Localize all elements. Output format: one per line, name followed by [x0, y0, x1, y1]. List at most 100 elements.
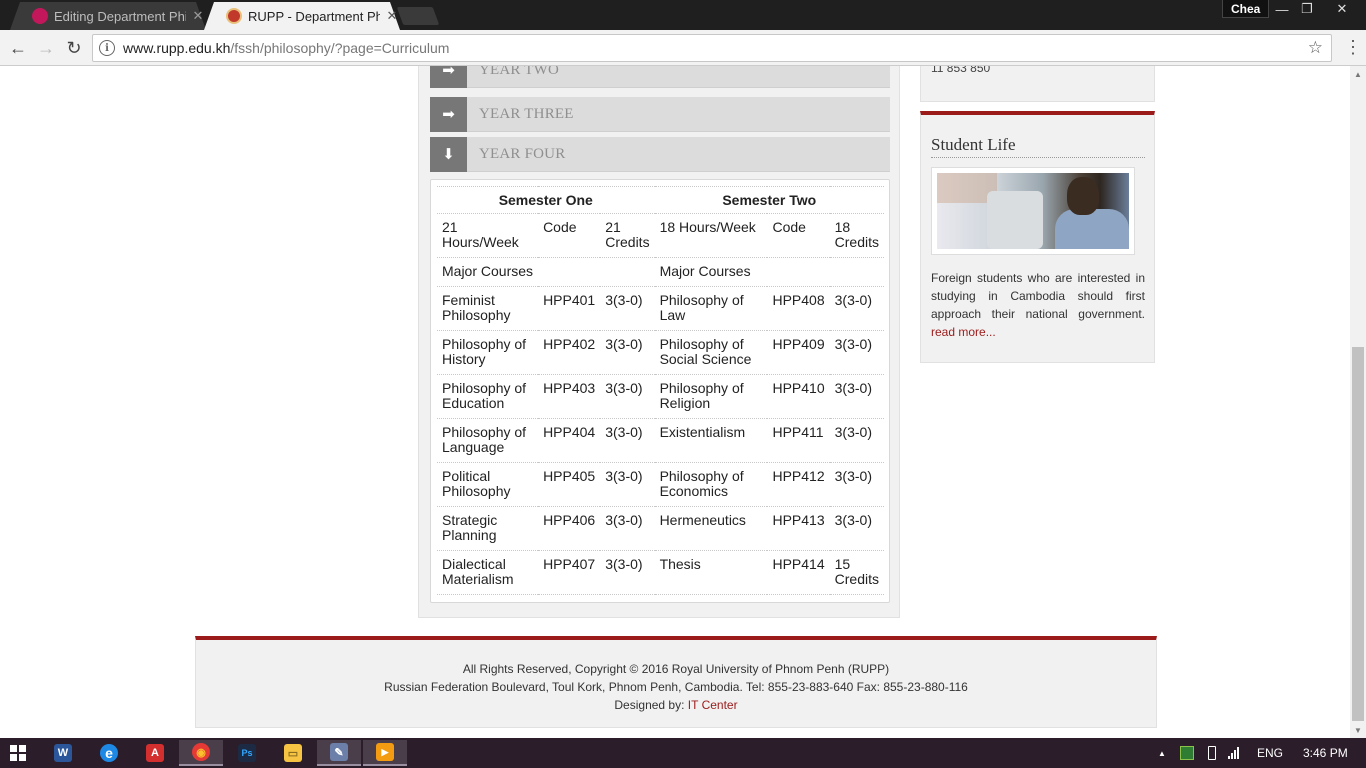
url-host: www.rupp.edu.kh — [123, 40, 231, 56]
url-path: /fssh/philosophy/?page=Curriculum — [230, 40, 450, 56]
course-code: HPP410 — [767, 374, 830, 419]
bookmark-star-icon[interactable]: ☆ — [1308, 38, 1323, 58]
course-code: HPP407 — [538, 550, 601, 595]
table-row: Philosophy of History HPP402 3(3-0) Phil… — [437, 330, 884, 375]
taskbar-ie-button[interactable]: e — [87, 740, 131, 766]
windows-start-icon[interactable] — [10, 745, 26, 761]
course-code: HPP411 — [767, 418, 830, 463]
course-credits: 3(3-0) — [829, 330, 884, 375]
course-credits: 3(3-0) — [600, 462, 655, 507]
s1-major-label: Major Courses — [437, 257, 655, 287]
media-player-icon: ▶ — [376, 743, 394, 761]
course-credits: 3(3-0) — [829, 506, 884, 551]
restore-button[interactable]: ❐ — [1294, 0, 1320, 18]
contact-widget: 11 853 850 — [920, 66, 1155, 102]
major-courses-row: Major Courses Major Courses — [437, 257, 884, 287]
minimize-button[interactable]: — — [1270, 0, 1294, 18]
contact-phone-fragment: 11 853 850 — [931, 66, 991, 75]
network-signal-icon[interactable] — [1228, 738, 1239, 768]
course-name: Strategic Planning — [437, 506, 539, 551]
system-clock[interactable]: 3:46 PM — [1303, 738, 1348, 768]
browser-tab-strip: Editing Department Philo ✕ RUPP - Depart… — [0, 0, 1366, 30]
system-tray-app-icon[interactable] — [1180, 738, 1194, 768]
taskbar-explorer-button[interactable]: ▭ — [271, 740, 315, 766]
year-label: YEAR TWO — [479, 66, 560, 78]
course-name: Philosophy of Language — [437, 418, 539, 463]
scroll-down-icon[interactable]: ▼ — [1350, 722, 1366, 738]
tab-editing-department[interactable]: Editing Department Philo ✕ — [10, 2, 206, 30]
student-life-widget: Student Life Foreign students who are in… — [920, 111, 1155, 363]
read-more-link[interactable]: read more... — [931, 325, 996, 339]
course-name: Philosophy of Law — [654, 286, 768, 331]
course-name: Philosophy of Social Science — [654, 330, 768, 375]
taskbar-word-button[interactable]: W — [41, 740, 85, 766]
semester-two-header: Semester Two — [654, 186, 884, 214]
curriculum-table: Semester One Semester Two 21 Hours/Week … — [437, 186, 884, 595]
course-code: HPP408 — [767, 286, 830, 331]
s2-code-header: Code — [767, 213, 830, 258]
course-code: HPP414 — [767, 550, 830, 595]
page-scrollbar[interactable]: ▲ ▼ — [1350, 66, 1366, 738]
table-row: Feminist Philosophy HPP401 3(3-0) Philos… — [437, 286, 884, 331]
page-viewport: ➡ YEAR TWO ➡ YEAR THREE ⬇ YEAR FOUR Seme… — [0, 66, 1350, 738]
student-life-photo[interactable] — [931, 167, 1135, 255]
course-name: Dialectical Materialism — [437, 550, 539, 595]
windows-taskbar: W e A ◉ Ps ▭ ✎ ▶ ▲ ENG 3:46 PM — [0, 738, 1366, 768]
arrow-right-icon: ➡ — [430, 66, 467, 88]
year-three-accordion[interactable]: ➡ YEAR THREE — [430, 96, 890, 132]
year-four-accordion[interactable]: ⬇ YEAR FOUR — [430, 136, 890, 172]
taskbar-chrome-button[interactable]: ◉ — [179, 740, 223, 766]
chrome-icon: ◉ — [192, 743, 210, 761]
address-bar[interactable]: i www.rupp.edu.kh/fssh/philosophy/?page=… — [92, 34, 1332, 62]
back-button[interactable]: ← — [6, 36, 30, 60]
course-code: HPP404 — [538, 418, 601, 463]
editor-favicon-icon — [32, 8, 48, 24]
forward-button[interactable]: → — [34, 36, 58, 60]
site-footer: All Rights Reserved, Copyright © 2016 Ro… — [195, 636, 1157, 728]
photoshop-icon: Ps — [238, 744, 256, 762]
scroll-up-icon[interactable]: ▲ — [1350, 66, 1366, 82]
close-window-button[interactable]: ✕ — [1320, 0, 1364, 18]
reload-button[interactable]: ↻ — [62, 36, 86, 60]
course-name: Philosophy of History — [437, 330, 539, 375]
paint-icon: ✎ — [330, 743, 348, 761]
year-two-accordion[interactable]: ➡ YEAR TWO — [430, 66, 890, 88]
input-language[interactable]: ENG — [1257, 738, 1283, 768]
table-row: Political Philosophy HPP405 3(3-0) Philo… — [437, 462, 884, 507]
course-credits: 15 Credits — [829, 550, 884, 595]
course-code: HPP406 — [538, 506, 601, 551]
new-tab-button[interactable] — [396, 7, 440, 25]
browser-menu-icon[interactable]: ⋮ — [1344, 38, 1362, 58]
word-icon: W — [54, 744, 72, 762]
tab-title: RUPP - Department Philo — [248, 8, 380, 24]
it-center-link[interactable]: IT Center — [688, 698, 738, 712]
footer-copyright: All Rights Reserved, Copyright © 2016 Ro… — [462, 662, 890, 676]
battery-icon[interactable] — [1208, 738, 1216, 768]
course-name: Feminist Philosophy — [437, 286, 539, 331]
show-hidden-icons-icon[interactable]: ▲ — [1158, 738, 1166, 768]
course-credits: 3(3-0) — [829, 286, 884, 331]
designed-by-label: Designed by: — [614, 698, 685, 712]
s1-hours: 21 Hours/Week — [437, 213, 539, 258]
course-name: Thesis — [654, 550, 768, 595]
curriculum-section: ➡ YEAR TWO ➡ YEAR THREE ⬇ YEAR FOUR Seme… — [418, 66, 900, 618]
table-row: Philosophy of Language HPP404 3(3-0) Exi… — [437, 418, 884, 463]
profile-button[interactable]: Chea — [1222, 0, 1270, 18]
table-row: Philosophy of Education HPP403 3(3-0) Ph… — [437, 374, 884, 419]
taskbar-media-button[interactable]: ▶ — [363, 740, 407, 766]
tab-rupp-department[interactable]: RUPP - Department Philo ✕ — [204, 2, 400, 30]
taskbar-pdf-button[interactable]: A — [133, 740, 177, 766]
taskbar-paint-button[interactable]: ✎ — [317, 740, 361, 766]
table-row: Dialectical Materialism HPP407 3(3-0) Th… — [437, 550, 884, 595]
s1-credits: 21 Credits — [600, 213, 655, 258]
semester-header-row: Semester One Semester Two — [437, 186, 884, 214]
table-row: Strategic Planning HPP406 3(3-0) Hermene… — [437, 506, 884, 551]
semester-one-header: Semester One — [437, 186, 655, 214]
student-life-description: Foreign students who are interested in s… — [931, 271, 1145, 321]
taskbar-photoshop-button[interactable]: Ps — [225, 740, 269, 766]
rupp-favicon-icon — [226, 8, 242, 24]
tab-title: Editing Department Philo — [54, 8, 186, 24]
site-info-icon[interactable]: i — [99, 40, 115, 56]
scrollbar-thumb[interactable] — [1352, 347, 1364, 721]
course-code: HPP402 — [538, 330, 601, 375]
